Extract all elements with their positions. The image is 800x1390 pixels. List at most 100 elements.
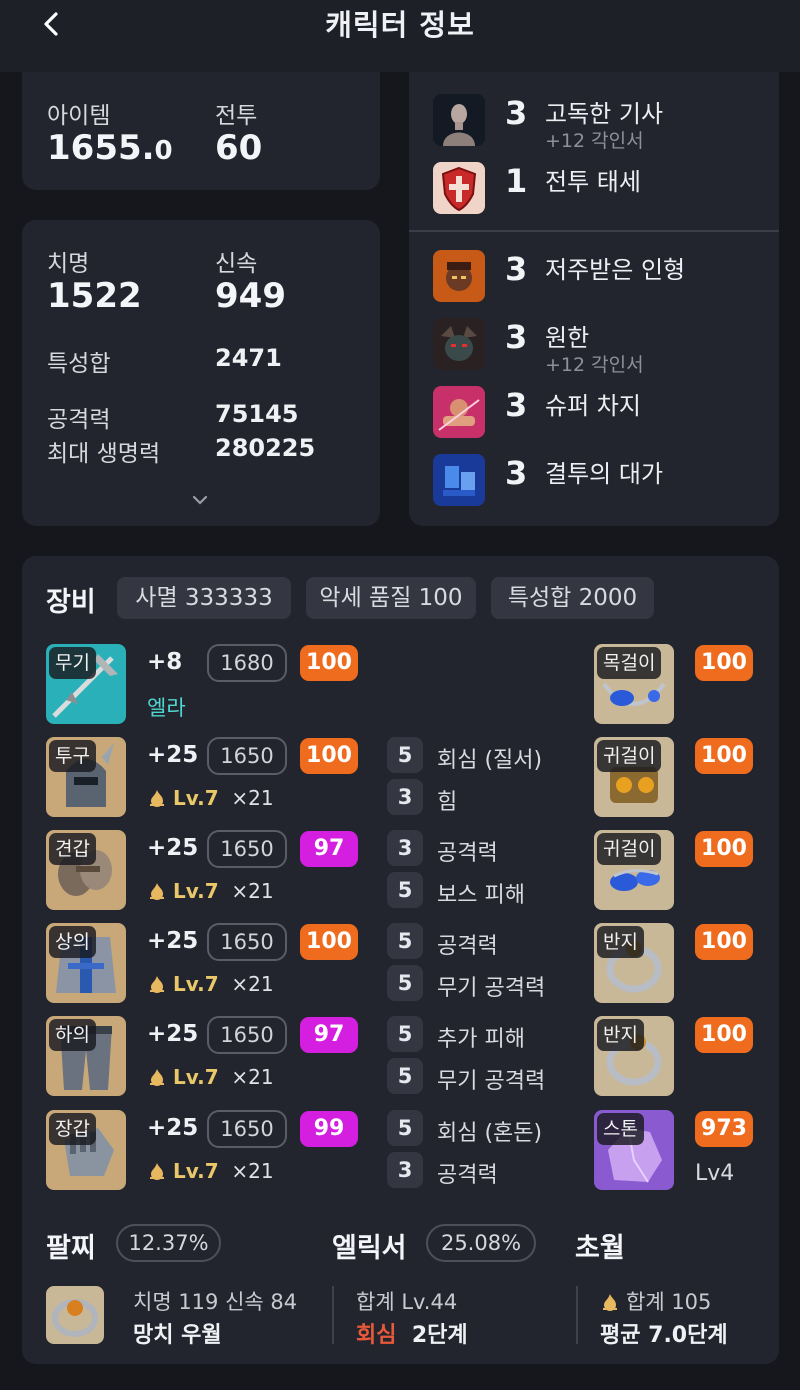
transcend-title: 초월	[575, 1233, 625, 1264]
expand-chevron-icon[interactable]	[190, 492, 210, 508]
elixir-level: 5	[387, 737, 423, 773]
engraving-row[interactable]: 3 저주받은 인형	[409, 242, 779, 308]
engraving-row[interactable]: 3 원한 +12 각인서	[409, 310, 779, 376]
necklace-slot[interactable]: 목걸이	[594, 644, 674, 724]
elixir-name: 추가 피해	[437, 1027, 525, 1052]
accessory-quality-chip: 악세 품질 100	[306, 577, 476, 619]
flame-icon	[150, 1163, 164, 1180]
elixir-name: 무기 공격력	[437, 976, 546, 1001]
engraving-row[interactable]: 1 전투 태세	[409, 154, 779, 220]
item-level-value: 1655.0	[47, 128, 173, 168]
crit-label: 치명	[47, 251, 90, 277]
bracelet-percent: 12.37%	[116, 1224, 221, 1262]
engraving-name: 결투의 대가	[545, 460, 664, 488]
quality-badge: 97	[300, 831, 358, 867]
transcend-tier: Lv.7 ×21	[147, 972, 274, 996]
quality-badge: 100	[695, 831, 753, 867]
pants-slot[interactable]: 하의	[46, 1016, 126, 1096]
shoulder-slot[interactable]: 견갑	[46, 830, 126, 910]
trait-sum-value: 2471	[215, 344, 282, 372]
top-bar: 캐릭터 정보	[0, 0, 800, 72]
transcend-tier: Lv.7 ×21	[147, 1159, 274, 1183]
engraving-row[interactable]: 3 슈퍼 차지	[409, 378, 779, 444]
ella-label: 엘라	[147, 696, 186, 720]
elixir-name: 힘	[437, 790, 458, 815]
transcend-tier: Lv.7 ×21	[147, 879, 274, 903]
upgrade-level: +25	[147, 835, 199, 861]
transcend-average: 평균 7.0단계	[600, 1323, 728, 1348]
elixir-level: 5	[387, 1058, 423, 1094]
elixir-level: 5	[387, 965, 423, 1001]
elixir-name: 공격력	[437, 1163, 498, 1188]
elixir-level: 5	[387, 872, 423, 908]
elixir-name: 무기 공격력	[437, 1069, 546, 1094]
quality-badge: 100	[695, 924, 753, 960]
slot-label: 반지	[597, 926, 644, 958]
elixir-name: 공격력	[437, 841, 498, 866]
stone-level: Lv4	[695, 1161, 735, 1186]
elixir-name: 회심 (질서)	[437, 748, 543, 773]
master-brawler-icon	[433, 454, 485, 506]
elixir-level: 5	[387, 923, 423, 959]
transcend-tier: Lv.7 ×21	[147, 1065, 274, 1089]
ring-slot[interactable]: 반지	[594, 923, 674, 1003]
page-title: 캐릭터 정보	[325, 8, 475, 42]
item-level-badge: 1680	[207, 644, 287, 682]
engraving-level: 3	[505, 386, 528, 424]
upgrade-level: +25	[147, 742, 199, 768]
ring-slot[interactable]: 반지	[594, 1016, 674, 1096]
stats-card: 치명 1522 신속 949 특성합 2471 공격력 75145 최대 생명력…	[22, 220, 380, 526]
bracelet-stats: 치명 119 신속 84	[133, 1290, 298, 1314]
slot-label: 장갑	[49, 1113, 96, 1145]
item-level-badge: 1650	[207, 1110, 287, 1148]
engraving-row[interactable]: 3 결투의 대가	[409, 446, 779, 512]
combat-level-label: 전투	[215, 103, 258, 129]
slot-label: 귀걸이	[597, 833, 662, 865]
elixir-name: 공격력	[437, 934, 498, 959]
hp-value: 280225	[215, 434, 316, 462]
lone-knight-icon	[433, 94, 485, 146]
engraving-level: 3	[505, 94, 528, 132]
upgrade-level: +25	[147, 928, 199, 954]
equipment-title: 장비	[46, 587, 96, 618]
transcend-tier: Lv.7 ×21	[147, 786, 274, 810]
weapon-slot[interactable]: 무기	[46, 644, 126, 724]
slot-label: 반지	[597, 1019, 644, 1051]
earring-slot[interactable]: 귀걸이	[594, 830, 674, 910]
helmet-slot[interactable]: 투구	[46, 737, 126, 817]
slot-label: 투구	[49, 740, 96, 772]
elixir-name: 회심 (혼돈)	[437, 1121, 543, 1146]
earring-slot[interactable]: 귀걸이	[594, 737, 674, 817]
cursed-doll-icon	[433, 250, 485, 302]
engraving-level: 3	[505, 250, 528, 288]
swift-value: 949	[215, 276, 286, 316]
chest-slot[interactable]: 상의	[46, 923, 126, 1003]
gloves-slot[interactable]: 장갑	[46, 1110, 126, 1190]
slot-label: 목걸이	[597, 647, 662, 679]
elixir-level: 5	[387, 1016, 423, 1052]
slot-label: 무기	[49, 647, 96, 679]
combat-stance-icon	[433, 162, 485, 214]
ability-stone-slot[interactable]: 스톤	[594, 1110, 674, 1190]
engraving-name: 슈퍼 차지	[545, 392, 641, 420]
elixir-level: 3	[387, 830, 423, 866]
upgrade-level: +25	[147, 1115, 199, 1141]
item-level-badge: 1650	[207, 830, 287, 868]
trait-sum-chip: 특성합 2000	[491, 577, 654, 619]
elixir-name: 보스 피해	[437, 883, 525, 908]
swift-label: 신속	[215, 251, 258, 277]
bracelet-icon[interactable]	[46, 1286, 104, 1344]
attack-label: 공격력	[47, 407, 111, 433]
engraving-name: 저주받은 인형	[545, 256, 686, 284]
bracelet-effects: 망치 우월	[133, 1323, 222, 1348]
engraving-row[interactable]: 3 고독한 기사 +12 각인서	[409, 86, 779, 152]
engraving-level: 3	[505, 318, 528, 356]
flame-icon	[150, 883, 164, 900]
flame-icon	[150, 976, 164, 993]
super-charge-icon	[433, 386, 485, 438]
engraving-name: 전투 태세	[545, 168, 641, 196]
grudge-icon	[433, 318, 485, 370]
elixir-percent: 25.08%	[426, 1224, 536, 1262]
elixir-effect: 회심 2단계	[356, 1323, 468, 1348]
quality-badge: 100	[695, 645, 753, 681]
